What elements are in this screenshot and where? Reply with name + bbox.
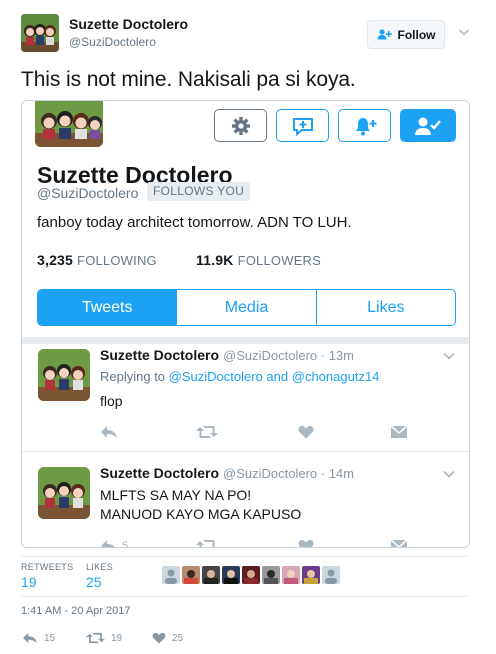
tweet-header: Suzette Doctolero @SuziDoctolero Follow [0,0,496,60]
chevron-down-icon[interactable] [442,467,456,481]
heart-icon [152,632,166,644]
tweet-timestamp[interactable]: 1:41 AM - 20 Apr 2017 [21,605,130,617]
following-button[interactable] [400,109,456,142]
retweet-icon [196,426,218,438]
heart-icon [298,426,314,439]
dm-action[interactable] [390,425,408,439]
reply-action[interactable] [100,425,118,439]
author-handle[interactable]: @SuziDoctolero [69,35,156,49]
like-action[interactable]: 25 [152,632,183,644]
tweet-author-name: Suzette Doctolero [100,347,220,363]
reply-count: 5 [122,540,129,548]
tweet-author[interactable]: Suzette Doctolero @SuziDoctolero · 14m [100,465,354,481]
liker-avatar[interactable] [242,566,260,584]
stats-divider [21,556,468,557]
tweet-avatar[interactable] [38,467,90,519]
reply-mention-link[interactable]: @SuziDoctolero [169,369,263,384]
add-user-icon [377,29,392,40]
envelope-icon [390,425,408,438]
retweet-icon [86,632,105,644]
profile-tabs: Tweets Media Likes [37,289,456,326]
liker-avatar[interactable] [322,566,340,584]
follow-button-label: Follow [397,27,436,42]
liker-avatar[interactable] [162,566,180,584]
reply-prefix: Replying to [100,369,166,384]
tweet-body: flop [100,393,123,409]
retweets-label[interactable]: RETWEETS [21,562,73,572]
reply-count: 15 [44,632,56,644]
retweets-count[interactable]: 19 [21,574,37,590]
tweet-meta: @SuziDoctolero · 13m [223,348,354,363]
liker-avatar[interactable] [202,566,220,584]
tweet-author[interactable]: Suzette Doctolero @SuziDoctolero · 13m [100,347,354,363]
reply-icon [23,632,37,644]
profile-avatar [35,101,103,147]
liker-avatar[interactable] [262,566,280,584]
tweet-divider [22,451,469,452]
reply-icon [101,426,117,438]
heart-icon [298,540,314,547]
like-count: 25 [172,632,184,644]
bell-add-icon [355,117,376,135]
like-action[interactable] [298,539,314,547]
liker-avatar[interactable] [302,566,320,584]
envelope-icon [390,539,408,547]
message-add-icon [292,117,313,136]
chevron-down-icon[interactable] [458,26,470,38]
tab-media[interactable]: Media [176,290,315,325]
author-avatar[interactable] [21,14,59,52]
tweet-meta: @SuziDoctolero · 14m [223,466,354,481]
tweet-avatar[interactable] [38,349,90,401]
retweet-action[interactable] [196,539,218,547]
notifications-button[interactable] [338,109,391,142]
section-divider [22,337,469,344]
liker-avatar[interactable] [182,566,200,584]
following-count: 3,235 [37,252,74,268]
tweet-body-line: MLFTS SA MAY NA PO! [100,487,252,503]
reply-mention-link[interactable]: @chonagutz14 [292,369,380,384]
like-action[interactable] [298,425,314,439]
settings-button[interactable] [214,109,267,142]
retweet-action[interactable]: 19 [86,632,122,644]
chevron-down-icon[interactable] [442,349,456,363]
replying-to: Replying to @SuziDoctolero and @chonagut… [100,369,379,384]
profile-bio: fanboy today architect tomorrow. ADN TO … [37,214,352,231]
tweet-body-line: MANUOD KAYO MGA KAPUSO [100,506,302,522]
liker-avatars [162,566,340,584]
reply-and: and [266,369,289,384]
likes-count[interactable]: 25 [86,574,102,590]
tweet-text: This is not mine. Nakisali pa si koya. [21,68,356,91]
reply-action[interactable]: 15 [22,632,55,644]
embedded-screenshot[interactable]: Suzette Doctolero @SuziDoctolero FOLLOWS… [21,100,470,548]
gear-icon [231,116,250,135]
followers-label: FOLLOWERS [237,253,322,268]
profile-handle: @SuziDoctolero [37,185,139,201]
reply-action[interactable]: 5 [100,539,129,548]
liker-avatar[interactable] [222,566,240,584]
liker-avatar[interactable] [282,566,300,584]
following-label: FOLLOWING [77,253,157,268]
tweet-author-name: Suzette Doctolero [100,465,220,481]
follows-you-badge: FOLLOWS YOU [147,182,251,201]
retweet-action[interactable] [196,425,218,439]
author-name[interactable]: Suzette Doctolero [69,16,188,32]
dm-action[interactable] [390,539,408,547]
followers-stat[interactable]: 11.9K FOLLOWERS [196,252,321,268]
tab-likes[interactable]: Likes [315,290,455,325]
tab-tweets[interactable]: Tweets [38,290,177,325]
retweet-count: 19 [111,632,123,644]
user-check-icon [415,117,441,135]
likes-label[interactable]: LIKES [86,562,113,572]
direct-message-button[interactable] [276,109,329,142]
reply-icon [101,540,115,547]
stats-divider [21,596,468,597]
follow-button[interactable]: Follow [367,20,445,49]
tweet-body: MLFTS SA MAY NA PO! MANUOD KAYO MGA KAPU… [100,486,301,524]
retweet-icon [196,540,218,547]
following-stat[interactable]: 3,235 FOLLOWING [37,252,157,268]
followers-count: 11.9K [196,252,234,268]
